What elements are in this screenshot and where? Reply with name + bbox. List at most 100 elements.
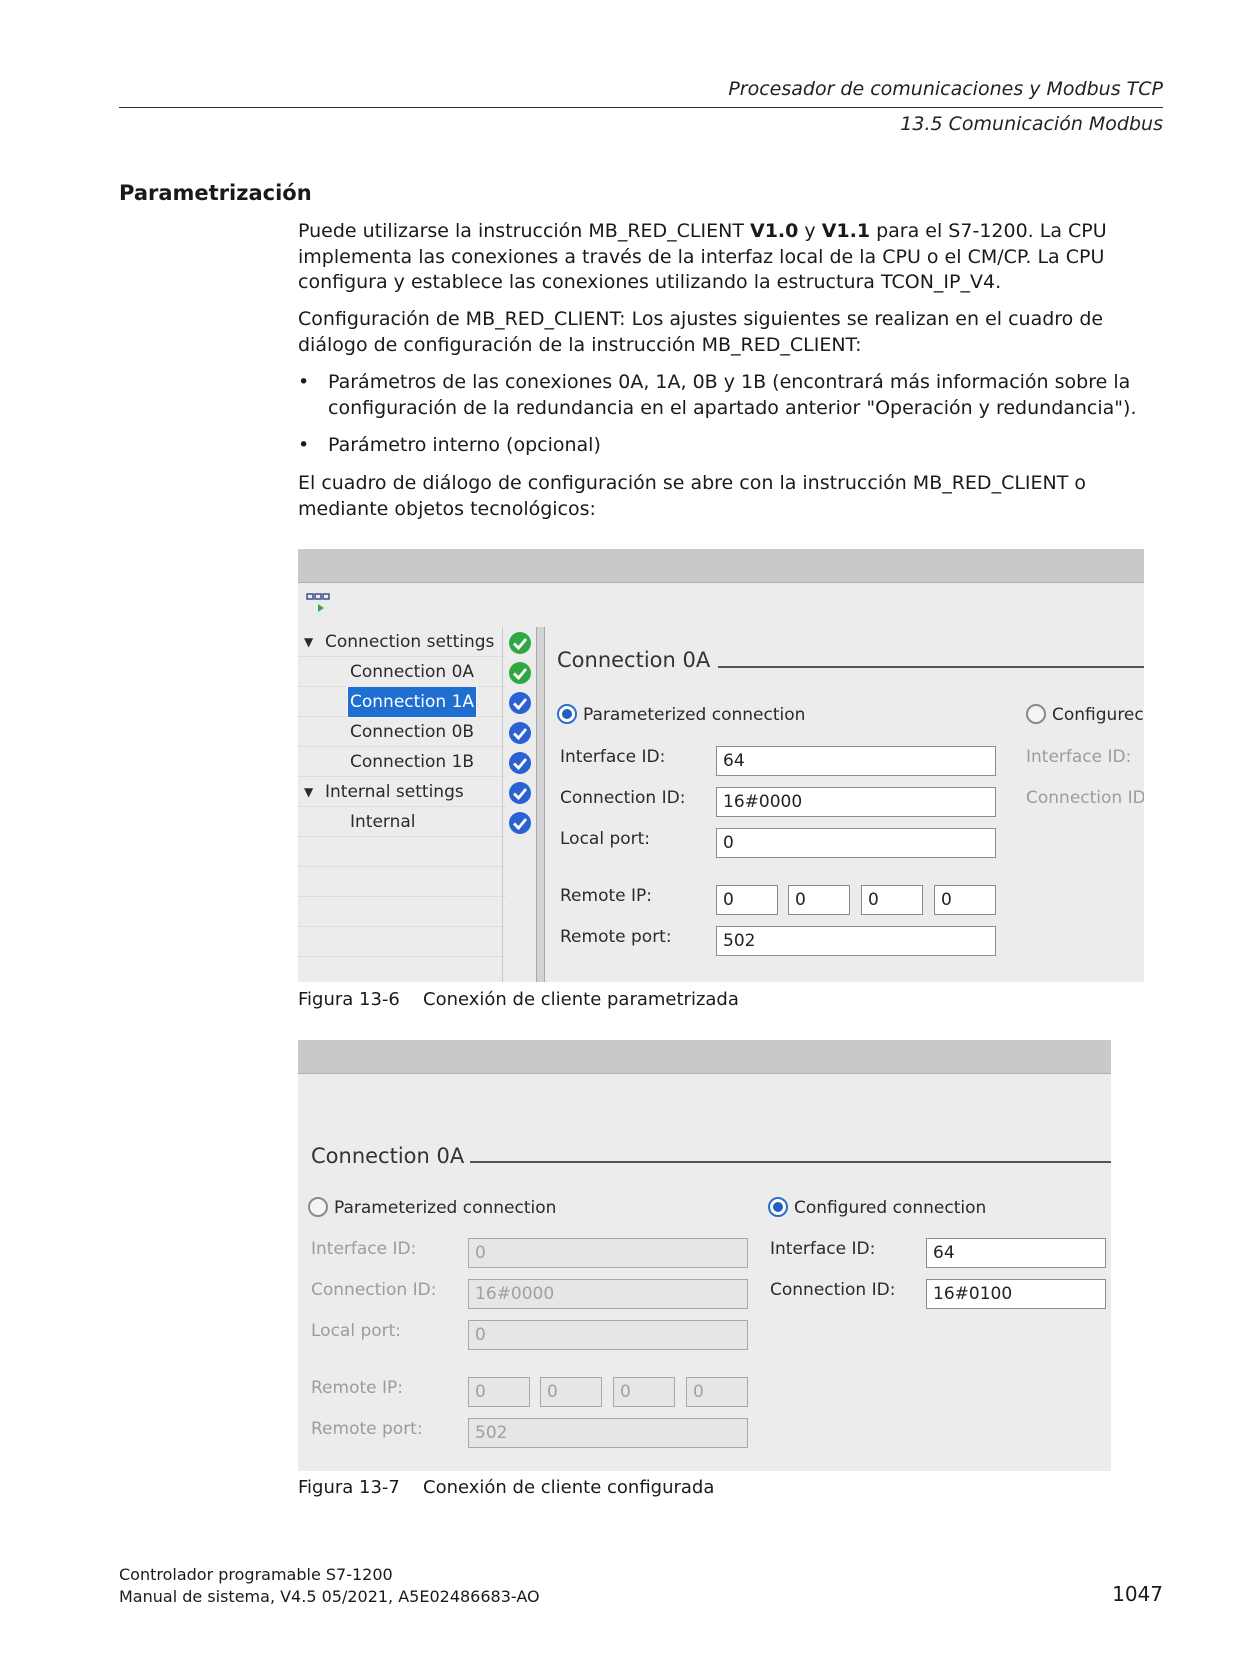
check-ok-icon [509,632,531,654]
tree-item-connection-1a[interactable]: Connection 1A [298,686,506,718]
check-default-icon [509,752,531,774]
interface-id-label-disabled: Interface ID: [1026,747,1132,767]
radio-label: Parameterized connection [334,1198,557,1218]
radio-label: Configured connection [794,1198,987,1218]
interface-id-input[interactable]: 64 [926,1238,1106,1268]
remote-ip-octet-1-disabled: 0 [468,1377,530,1407]
section-title-line [470,1161,1111,1163]
radio-parameterized-connection[interactable]: Parameterized connection [557,704,805,725]
radio-parameterized-connection[interactable]: Parameterized connection [308,1197,556,1218]
remote-ip-octet-2[interactable]: 0 [788,885,850,915]
p1-version-1: V1.0 [749,220,799,242]
radio-configured-connection[interactable]: Configured connection [768,1197,986,1218]
paragraph-3: El cuadro de diálogo de configuración se… [298,472,1087,520]
connection-id-label-disabled: Connection ID [1026,788,1144,808]
p1-text-a: Puede utilizarse la instrucción MB_RED_C… [298,220,750,242]
section-title-line [718,666,1144,668]
remote-ip-octet-4-disabled: 0 [686,1377,748,1407]
connection-section-title: Connection 0A [557,648,711,672]
caption-number: Figura 13-6 [298,989,400,1010]
radio-unselected-icon[interactable] [1026,704,1046,724]
page-number: 1047 [1112,1582,1163,1606]
interface-id-label: Interface ID: [770,1239,876,1259]
dialog-title-bar [298,549,1144,583]
tree-item-label: Internal [350,812,416,832]
connection-id-input[interactable]: 16#0100 [926,1279,1106,1309]
local-port-input[interactable]: 0 [716,828,996,858]
footer-product: Controlador programable S7-1200 [119,1565,393,1584]
tree-item-internal[interactable]: Internal [298,807,506,837]
local-port-label-disabled: Local port: [311,1321,402,1341]
tree-item-connection-1b[interactable]: Connection 1B [298,747,506,777]
figure-1-dialog: ▼ Connection settings Connection 0A Conn… [298,549,1144,982]
tree-separator [502,627,503,982]
interface-id-input[interactable]: 64 [716,746,996,776]
pane-splitter[interactable] [536,627,545,982]
caret-down-icon[interactable]: ▼ [304,777,313,807]
remote-ip-octet-2-disabled: 0 [540,1377,602,1407]
tree-item-label: Connection settings [325,632,495,652]
network-view-icon[interactable] [306,591,332,615]
figure-2-caption: Figura 13-7 Conexión de cliente configura… [298,1477,714,1498]
caret-down-icon[interactable]: ▼ [304,627,313,657]
tree-item-internal-settings[interactable]: ▼ Internal settings [298,777,506,807]
connection-id-input[interactable]: 16#0000 [716,787,996,817]
paragraph-1: Puede utilizarse la instrucción MB_RED_C… [298,219,1164,296]
check-default-icon [509,812,531,834]
connection-id-label: Connection ID: [770,1280,896,1300]
radio-selected-icon[interactable] [557,704,577,724]
tree-item-connection-settings[interactable]: ▼ Connection settings [298,627,506,657]
connection-id-label: Connection ID: [560,788,686,808]
interface-id-label-disabled: Interface ID: [311,1239,417,1259]
radio-label: Parameterized connection [583,705,806,725]
section-title: Parametrización [119,181,312,205]
paragraph-2: Configuración de MB_RED_CLIENT: Los ajus… [298,308,1104,356]
radio-configured-connection[interactable]: Configurec [1026,704,1144,725]
remote-ip-octet-3[interactable]: 0 [861,885,923,915]
tree-empty-row [298,837,506,867]
tree-empty-row [298,897,506,927]
radio-selected-icon[interactable] [768,1197,788,1217]
tree-item-label: Internal settings [325,782,464,802]
remote-port-label: Remote port: [560,927,672,947]
footer-manual-info: Manual de sistema, V4.5 05/2021, A5E0248… [119,1587,540,1606]
bullet-item: Parámetro interno (opcional) [298,433,1164,459]
tree-item-label-selected: Connection 1A [346,686,478,718]
status-column [504,627,534,837]
remote-ip-label-disabled: Remote IP: [311,1378,403,1398]
header-rule [119,107,1163,108]
connection-section-title: Connection 0A [311,1144,465,1168]
tree-item-label: Connection 0B [350,722,475,742]
interface-id-label: Interface ID: [560,747,666,767]
bullet-list: Parámetros de las conexiones 0A, 1A, 0B … [298,370,1164,471]
p1-version-2: V1.1 [821,220,871,242]
remote-ip-octet-4[interactable]: 0 [934,885,996,915]
remote-ip-octet-1[interactable]: 0 [716,885,778,915]
tree-item-connection-0a[interactable]: Connection 0A [298,657,506,687]
caption-text: Conexión de cliente parametrizada [423,989,739,1010]
caption-number: Figura 13-7 [298,1477,400,1498]
figure-1-caption: Figura 13-6 Conexión de cliente parametri… [298,989,739,1010]
local-port-label: Local port: [560,829,651,849]
settings-tree: ▼ Connection settings Connection 0A Conn… [298,627,506,957]
tree-item-label: Connection 0A [350,662,475,682]
tree-item-label: Connection 1B [350,752,475,772]
dialog-title-bar [298,1040,1111,1074]
running-header-chapter: Procesador de comunicaciones y Modbus TC… [728,78,1163,100]
tree-item-connection-0b[interactable]: Connection 0B [298,717,506,747]
remote-ip-label: Remote IP: [560,886,652,906]
running-header-section: 13.5 Comunicación Modbus [900,113,1163,135]
figure-2-dialog: Connection 0A Parameterized connection C… [298,1040,1111,1471]
check-default-icon [509,722,531,744]
radio-unselected-icon[interactable] [308,1197,328,1217]
tree-empty-row [298,867,506,897]
remote-ip-octet-3-disabled: 0 [613,1377,675,1407]
remote-port-input[interactable]: 502 [716,926,996,956]
caption-text: Conexión de cliente configurada [423,1477,715,1498]
p1-text-c: y [798,220,822,242]
remote-port-label-disabled: Remote port: [311,1419,423,1439]
check-default-icon [509,782,531,804]
radio-label: Configurec [1052,705,1144,725]
bullet-item: Parámetros de las conexiones 0A, 1A, 0B … [298,370,1164,421]
interface-id-input-disabled: 0 [468,1238,748,1268]
